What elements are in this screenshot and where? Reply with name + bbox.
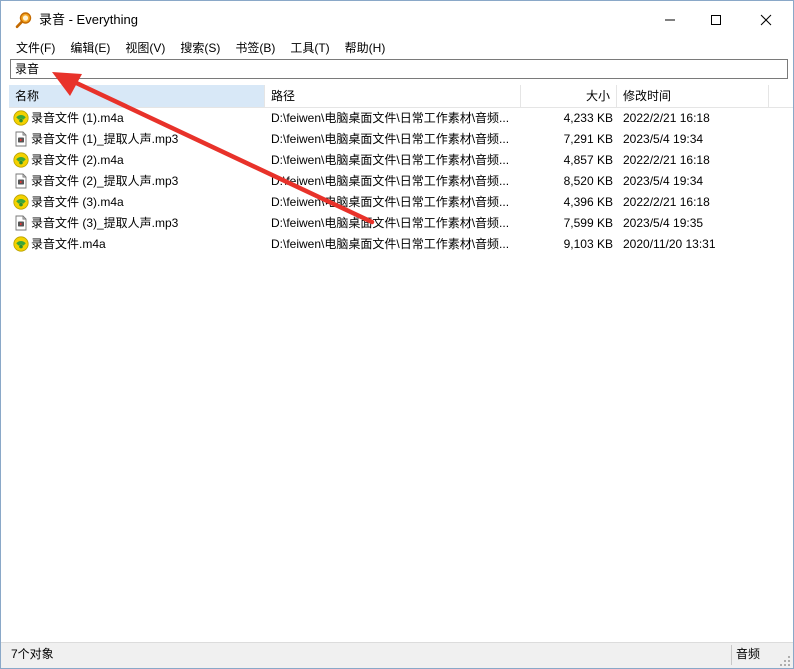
file-name: 录音文件 (3)_提取人声.mp3 — [31, 216, 179, 230]
menu-bookmarks[interactable]: 书签(B) — [227, 38, 282, 58]
file-row[interactable]: 录音文件 (3)_提取人声.mp3 D:\feiwen\电脑桌面文件\日常工作素… — [9, 213, 793, 234]
file-size: 4,857 KB — [563, 153, 613, 167]
file-size: 4,396 KB — [563, 195, 613, 209]
file-row[interactable]: 录音文件 (1).m4a D:\feiwen\电脑桌面文件\日常工作素材\音频.… — [9, 108, 793, 129]
file-name-cell: 录音文件 (1)_提取人声.mp3 — [13, 129, 263, 150]
file-name: 录音文件 (2).m4a — [31, 153, 124, 167]
file-path: D:\feiwen\电脑桌面文件\日常工作素材\音频... — [271, 237, 510, 251]
minimize-button[interactable] — [647, 1, 693, 39]
file-list: 录音文件 (1).m4a D:\feiwen\电脑桌面文件\日常工作素材\音频.… — [9, 108, 793, 255]
file-path: D:\feiwen\电脑桌面文件\日常工作素材\音频... — [271, 132, 510, 146]
file-name-cell: 录音文件 (1).m4a — [13, 108, 263, 129]
close-button[interactable] — [743, 1, 789, 39]
resize-grip-icon[interactable] — [779, 655, 791, 667]
file-size: 8,520 KB — [563, 174, 613, 188]
file-date-modified: 2022/2/21 16:18 — [623, 153, 710, 167]
file-date-modified: 2023/5/4 19:34 — [623, 132, 704, 146]
file-name-cell: 录音文件 (2).m4a — [13, 150, 263, 171]
column-header-size[interactable]: 大小 — [521, 85, 617, 107]
title-bar[interactable]: 录音 - Everything — [1, 1, 793, 39]
file-row[interactable]: 录音文件 (3).m4a D:\feiwen\电脑桌面文件\日常工作素材\音频.… — [9, 192, 793, 213]
file-name: 录音文件 (3).m4a — [31, 195, 124, 209]
menu-tools[interactable]: 工具(T) — [282, 38, 336, 58]
file-name: 录音文件 (1).m4a — [31, 111, 124, 125]
m4a-audio-icon — [13, 236, 29, 252]
file-date-modified: 2022/2/21 16:18 — [623, 195, 710, 209]
file-name: 录音文件 (1)_提取人声.mp3 — [31, 132, 179, 146]
menu-help[interactable]: 帮助(H) — [337, 38, 393, 58]
maximize-button[interactable] — [693, 1, 739, 39]
file-size: 9,103 KB — [563, 237, 613, 251]
file-name-cell: 录音文件.m4a — [13, 234, 263, 255]
file-path: D:\feiwen\电脑桌面文件\日常工作素材\音频... — [271, 174, 510, 188]
file-row[interactable]: 录音文件 (2).m4a D:\feiwen\电脑桌面文件\日常工作素材\音频.… — [9, 150, 793, 171]
file-row[interactable]: 录音文件.m4a D:\feiwen\电脑桌面文件\日常工作素材\音频... 9… — [9, 234, 793, 255]
file-name-cell: 录音文件 (2)_提取人声.mp3 — [13, 171, 263, 192]
mp3-audio-icon — [15, 173, 27, 189]
file-name-cell: 录音文件 (3)_提取人声.mp3 — [13, 213, 263, 234]
file-path: D:\feiwen\电脑桌面文件\日常工作素材\音频... — [271, 153, 510, 167]
status-divider — [731, 645, 732, 665]
file-path: D:\feiwen\电脑桌面文件\日常工作素材\音频... — [271, 195, 510, 209]
everything-app-icon — [15, 12, 32, 29]
file-name: 录音文件 (2)_提取人声.mp3 — [31, 174, 179, 188]
m4a-audio-icon — [13, 194, 29, 210]
file-size: 7,291 KB — [563, 132, 613, 146]
column-header-name[interactable]: 名称 — [9, 85, 265, 107]
mp3-audio-icon — [15, 215, 27, 231]
file-size: 7,599 KB — [563, 216, 613, 230]
file-date-modified: 2020/11/20 13:31 — [623, 237, 716, 251]
status-bar: 7个对象 音频 — [1, 642, 793, 668]
status-object-count: 7个对象 — [11, 647, 54, 661]
maximize-icon — [711, 15, 721, 25]
m4a-audio-icon — [13, 152, 29, 168]
file-path: D:\feiwen\电脑桌面文件\日常工作素材\音频... — [271, 111, 510, 125]
m4a-audio-icon — [13, 110, 29, 126]
search-input[interactable] — [10, 59, 788, 79]
file-name: 录音文件.m4a — [31, 237, 106, 251]
close-icon — [760, 14, 772, 26]
list-header: 名称 路径 大小 修改时间 — [9, 85, 793, 108]
column-header-date-modified[interactable]: 修改时间 — [617, 85, 769, 107]
status-filter[interactable]: 音频 — [736, 643, 760, 665]
menu-search[interactable]: 搜索(S) — [172, 38, 227, 58]
window-title: 录音 - Everything — [39, 12, 138, 27]
menu-bar: 文件(F) 编辑(E) 视图(V) 搜索(S) 书签(B) 工具(T) 帮助(H… — [1, 38, 793, 58]
mp3-audio-icon — [15, 131, 27, 147]
everything-window: 录音 - Everything 文件(F) 编辑(E) 视图(V) 搜索(S) … — [0, 0, 794, 669]
file-row[interactable]: 录音文件 (2)_提取人声.mp3 D:\feiwen\电脑桌面文件\日常工作素… — [9, 171, 793, 192]
file-row[interactable]: 录音文件 (1)_提取人声.mp3 D:\feiwen\电脑桌面文件\日常工作素… — [9, 129, 793, 150]
file-date-modified: 2023/5/4 19:35 — [623, 216, 704, 230]
file-name-cell: 录音文件 (3).m4a — [13, 192, 263, 213]
file-date-modified: 2023/5/4 19:34 — [623, 174, 704, 188]
file-path: D:\feiwen\电脑桌面文件\日常工作素材\音频... — [271, 216, 510, 230]
file-date-modified: 2022/2/21 16:18 — [623, 111, 710, 125]
file-size: 4,233 KB — [563, 111, 613, 125]
column-header-path[interactable]: 路径 — [265, 85, 521, 107]
minimize-icon — [665, 19, 675, 21]
menu-view[interactable]: 视图(V) — [117, 38, 172, 58]
menu-edit[interactable]: 编辑(E) — [62, 38, 117, 58]
menu-file[interactable]: 文件(F) — [1, 38, 62, 58]
